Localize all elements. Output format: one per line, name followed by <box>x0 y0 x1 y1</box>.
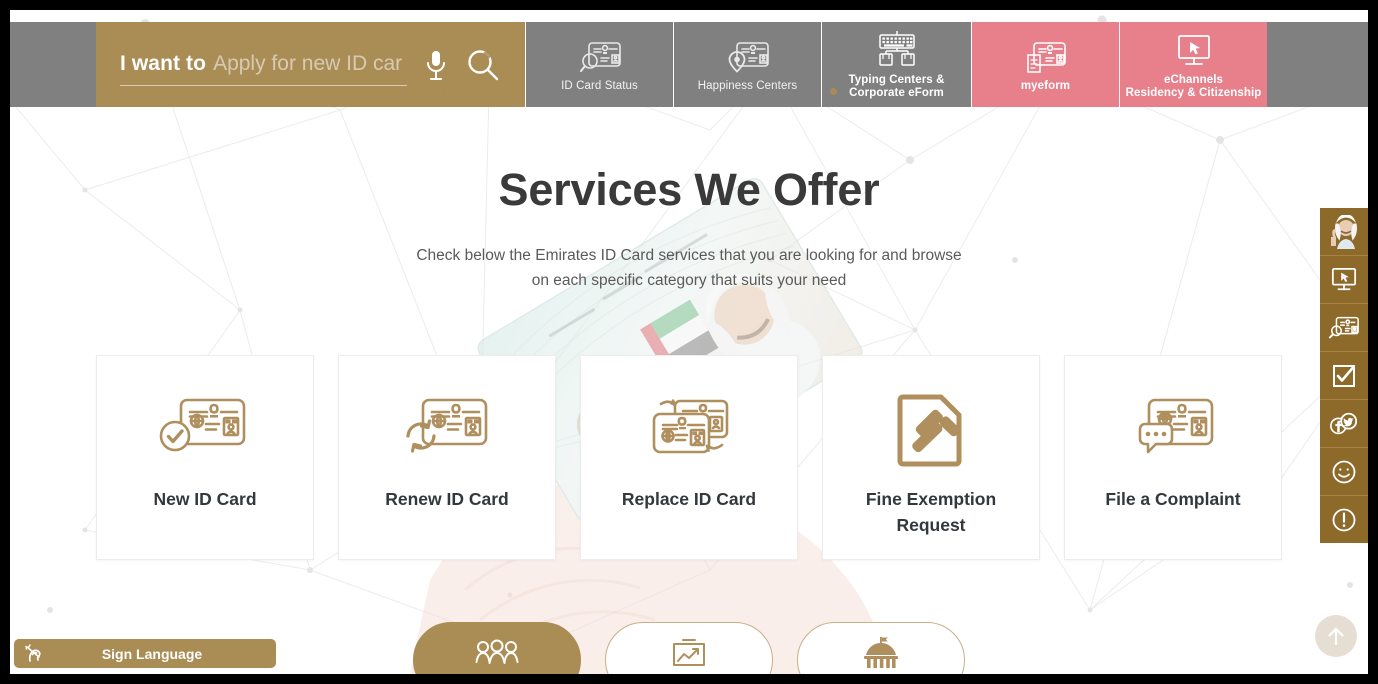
page-canvas: I want to Apply for new ID car ID Card S… <box>10 10 1368 674</box>
decorative-dot <box>483 51 491 59</box>
sign-language-button[interactable]: Sign Language <box>14 639 276 668</box>
service-card-file-a-complaint[interactable]: File a Complaint <box>1064 355 1282 560</box>
id-card-location-icon <box>725 37 771 75</box>
gavel-document-icon <box>891 386 971 472</box>
hearing-impaired-icon <box>14 643 58 664</box>
service-card-label: New ID Card <box>153 489 257 509</box>
sidebar-tool-echannels[interactable] <box>1320 256 1368 304</box>
service-card-replace-id-card[interactable]: Replace ID Card <box>580 355 798 560</box>
service-card-label: Renew ID Card <box>385 489 509 509</box>
service-card-new-id-card[interactable]: New ID Card <box>96 355 314 560</box>
audience-tab-business[interactable]: Business <box>605 622 773 674</box>
service-card-label: File a Complaint <box>1105 489 1241 509</box>
hero-section: Services We Offer Check below the Emirat… <box>10 107 1368 293</box>
magnifier-icon[interactable] <box>459 42 507 88</box>
nav-tab-label: Happiness Centers <box>697 80 798 92</box>
service-card-label: Replace ID Card <box>621 489 757 509</box>
chart-growth-icon <box>668 636 710 670</box>
decorative-dot <box>440 89 447 96</box>
government-building-icon <box>860 636 902 670</box>
service-card-label: Fine Exemption Request <box>865 489 997 535</box>
search-prefix-label: I want to <box>120 51 207 75</box>
decorative-dot <box>830 88 837 95</box>
monitor-cursor-icon <box>1173 31 1215 69</box>
nav-tab-label-line1: eChannels <box>1163 73 1224 86</box>
search-bar[interactable]: I want to Apply for new ID car <box>96 22 525 107</box>
people-group-icon <box>473 636 521 670</box>
sign-language-label: Sign Language <box>101 645 203 662</box>
nav-tab-label-line2: Residency & Citizenship <box>1125 86 1262 99</box>
sidebar-tool-feedback-smiley[interactable] <box>1320 448 1368 496</box>
page-title: Services We Offer <box>498 164 880 215</box>
nav-tab-label: ID Card Status <box>561 80 638 92</box>
sidebar-tool-social-media[interactable] <box>1320 400 1368 448</box>
service-card-fine-exemption-request[interactable]: Fine Exemption Request <box>822 355 1040 560</box>
header-left-spacer <box>10 22 96 107</box>
keyboard-icon <box>872 30 922 69</box>
sidebar-tool-info[interactable] <box>1320 496 1368 543</box>
scroll-to-top-button[interactable] <box>1315 615 1357 657</box>
microphone-icon[interactable] <box>417 42 455 88</box>
site-header: I want to Apply for new ID car ID Card S… <box>10 22 1368 107</box>
browser-viewport: I want to Apply for new ID car ID Card S… <box>0 0 1378 684</box>
id-card-search-icon <box>577 37 623 75</box>
id-card-refresh-icon <box>401 386 493 472</box>
nav-tab-happiness-centers[interactable]: Happiness Centers <box>673 22 821 107</box>
nav-tab-label: myeform <box>1020 80 1071 92</box>
id-card-chat-icon <box>1127 386 1219 472</box>
id-card-check-icon <box>159 386 251 472</box>
nav-tab-id-card-status[interactable]: ID Card Status <box>525 22 673 107</box>
audience-tab-individual[interactable]: Individual <box>413 622 581 674</box>
search-input-wrapper[interactable]: I want to Apply for new ID car <box>120 52 407 86</box>
sidebar-tool-checklist[interactable] <box>1320 352 1368 400</box>
page-subtitle: Check below the Emirates ID Card service… <box>416 247 962 289</box>
floating-side-toolbar <box>1320 208 1368 543</box>
service-cards-row: New ID Card Renew ID Card Replace ID Car… <box>10 355 1368 565</box>
sidebar-tool-avatar[interactable] <box>1320 208 1368 256</box>
id-card-replace-icon <box>643 386 735 472</box>
nav-tab-echannels[interactable]: eChannels Residency & Citizenship <box>1119 22 1267 107</box>
sidebar-tool-id-card-status[interactable] <box>1320 304 1368 352</box>
nav-tab-label: Typing Centers & Corporate eForm <box>848 73 945 99</box>
search-input[interactable]: Apply for new ID car <box>213 52 402 76</box>
id-card-form-icon <box>1023 37 1069 75</box>
service-card-renew-id-card[interactable]: Renew ID Card <box>338 355 556 560</box>
audience-tab-government[interactable]: Government <box>797 622 965 674</box>
nav-tab-myeform[interactable]: myeform <box>971 22 1119 107</box>
nav-tab-typing-centers[interactable]: Typing Centers & Corporate eForm <box>821 22 971 107</box>
